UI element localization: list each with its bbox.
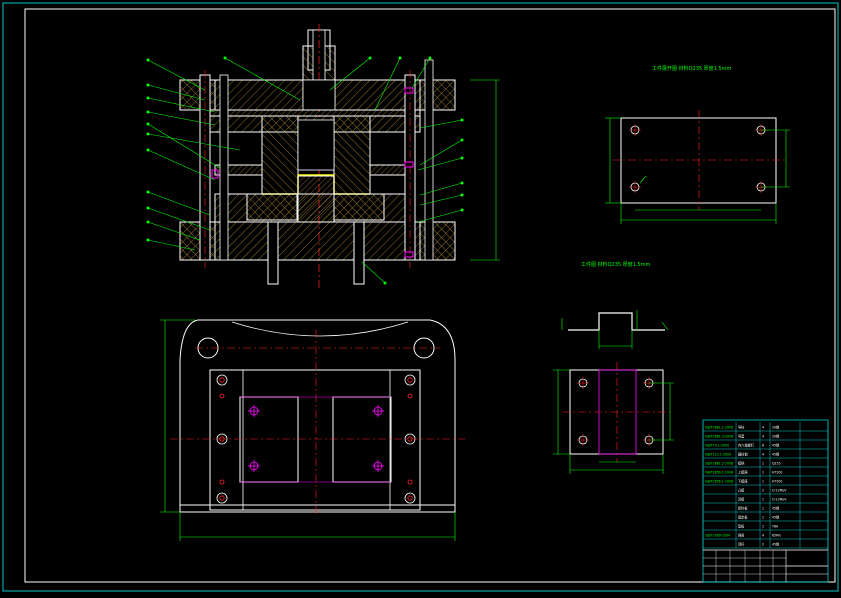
bom-cell: 4 xyxy=(762,453,764,457)
bom-cell: 20钢 xyxy=(772,425,779,430)
bom-cell: GB/T70.1-2000 xyxy=(705,444,729,448)
bom-cell: Cr12MoV xyxy=(772,489,787,493)
bom-cell: 2 xyxy=(762,543,764,547)
bom-cell: HT200 xyxy=(772,480,782,484)
bom-cell: HT200 xyxy=(772,471,782,475)
bom-cell: 导柱 xyxy=(738,425,745,430)
part-drawing-view: 工件图 材料Q235 厚度1.5mm xyxy=(553,261,674,474)
bom-cell: 45钢 xyxy=(772,515,779,520)
bom-cell: GB/T2861.5-2008 xyxy=(705,462,733,466)
drawing-canvas: 工件展开图 材料Q235 厚度1.5mm 工件图 材料Q235 厚度1.5mm xyxy=(0,0,841,594)
bom-cell: 65Mn xyxy=(772,534,781,538)
bom-cell: 45钢 xyxy=(772,443,779,448)
front-section-view xyxy=(146,24,500,290)
bom-cell: 内六角螺钉 xyxy=(738,443,755,448)
bom-cell: 卸料板 xyxy=(738,506,748,511)
bom-cell: Q235 xyxy=(772,462,781,466)
bom-cell: 下模座 xyxy=(738,479,748,484)
plan-view xyxy=(160,319,465,541)
bom-cell: 上模座 xyxy=(738,470,748,475)
bom-cell: 45钢 xyxy=(772,506,779,511)
bom-cell: 20钢 xyxy=(772,434,779,439)
bom-cell: 导套 xyxy=(738,434,745,439)
bom-cell: 45钢 xyxy=(772,542,779,547)
bom-cell: 垫板 xyxy=(738,524,745,529)
bom-cell: 圆柱销 xyxy=(738,452,748,457)
bom-cell: GB/T2856.1-2008 xyxy=(705,471,733,475)
title-block: GB/T2861.1-2008 导柱 4 20钢 GB/T2861.3-2008 导套 4 2… xyxy=(702,419,829,583)
bom-cell: GB/T2856.1-2008 xyxy=(705,480,733,484)
bom-cell: 顶杆 xyxy=(738,542,745,547)
bom-cell: 1 xyxy=(762,498,764,502)
bom-cell: 固定板 xyxy=(738,515,748,520)
bom-cell: 凹模 xyxy=(738,497,745,502)
bom-cell: GB/T2861.1-2008 xyxy=(705,426,733,430)
bom-cell: 1 xyxy=(762,480,764,484)
bom-cell: 8 xyxy=(762,444,764,448)
bom-cell: 1 xyxy=(762,471,764,475)
bom-cell: 1 xyxy=(762,525,764,529)
bom-cell: 4 xyxy=(762,426,764,430)
bom-cell: GB/T2089-1994 xyxy=(705,534,730,538)
bom-cell: 凸模 xyxy=(738,488,745,493)
bom-cell: 1 xyxy=(762,516,764,520)
bom-cell: 1 xyxy=(762,507,764,511)
bom-cell: GB/T119.1-2000 xyxy=(705,453,731,457)
bom-cell: 模柄 xyxy=(738,461,745,466)
bom-cell: 45钢 xyxy=(772,452,779,457)
bom-cell: 4 xyxy=(762,435,764,439)
cad-drawing: 工件展开图 材料Q235 厚度1.5mm 工件图 材料Q235 厚度1.5mm xyxy=(2,2,839,592)
bom-cell: 4 xyxy=(762,534,764,538)
bom-cell: GB/T2861.3-2008 xyxy=(705,435,733,439)
part-note-2: 工件图 材料Q235 厚度1.5mm xyxy=(581,261,650,268)
part-note-1: 工件展开图 材料Q235 厚度1.5mm xyxy=(652,65,731,72)
bom-cell: 弹簧 xyxy=(738,533,745,538)
part-development-view: 工件展开图 材料Q235 厚度1.5mm xyxy=(605,65,790,224)
bom-cell: 2 xyxy=(762,489,764,493)
bom-cell: Cr12MoV xyxy=(772,498,787,502)
bom-cell: T8A xyxy=(771,525,779,529)
bom-cell: 1 xyxy=(762,462,764,466)
